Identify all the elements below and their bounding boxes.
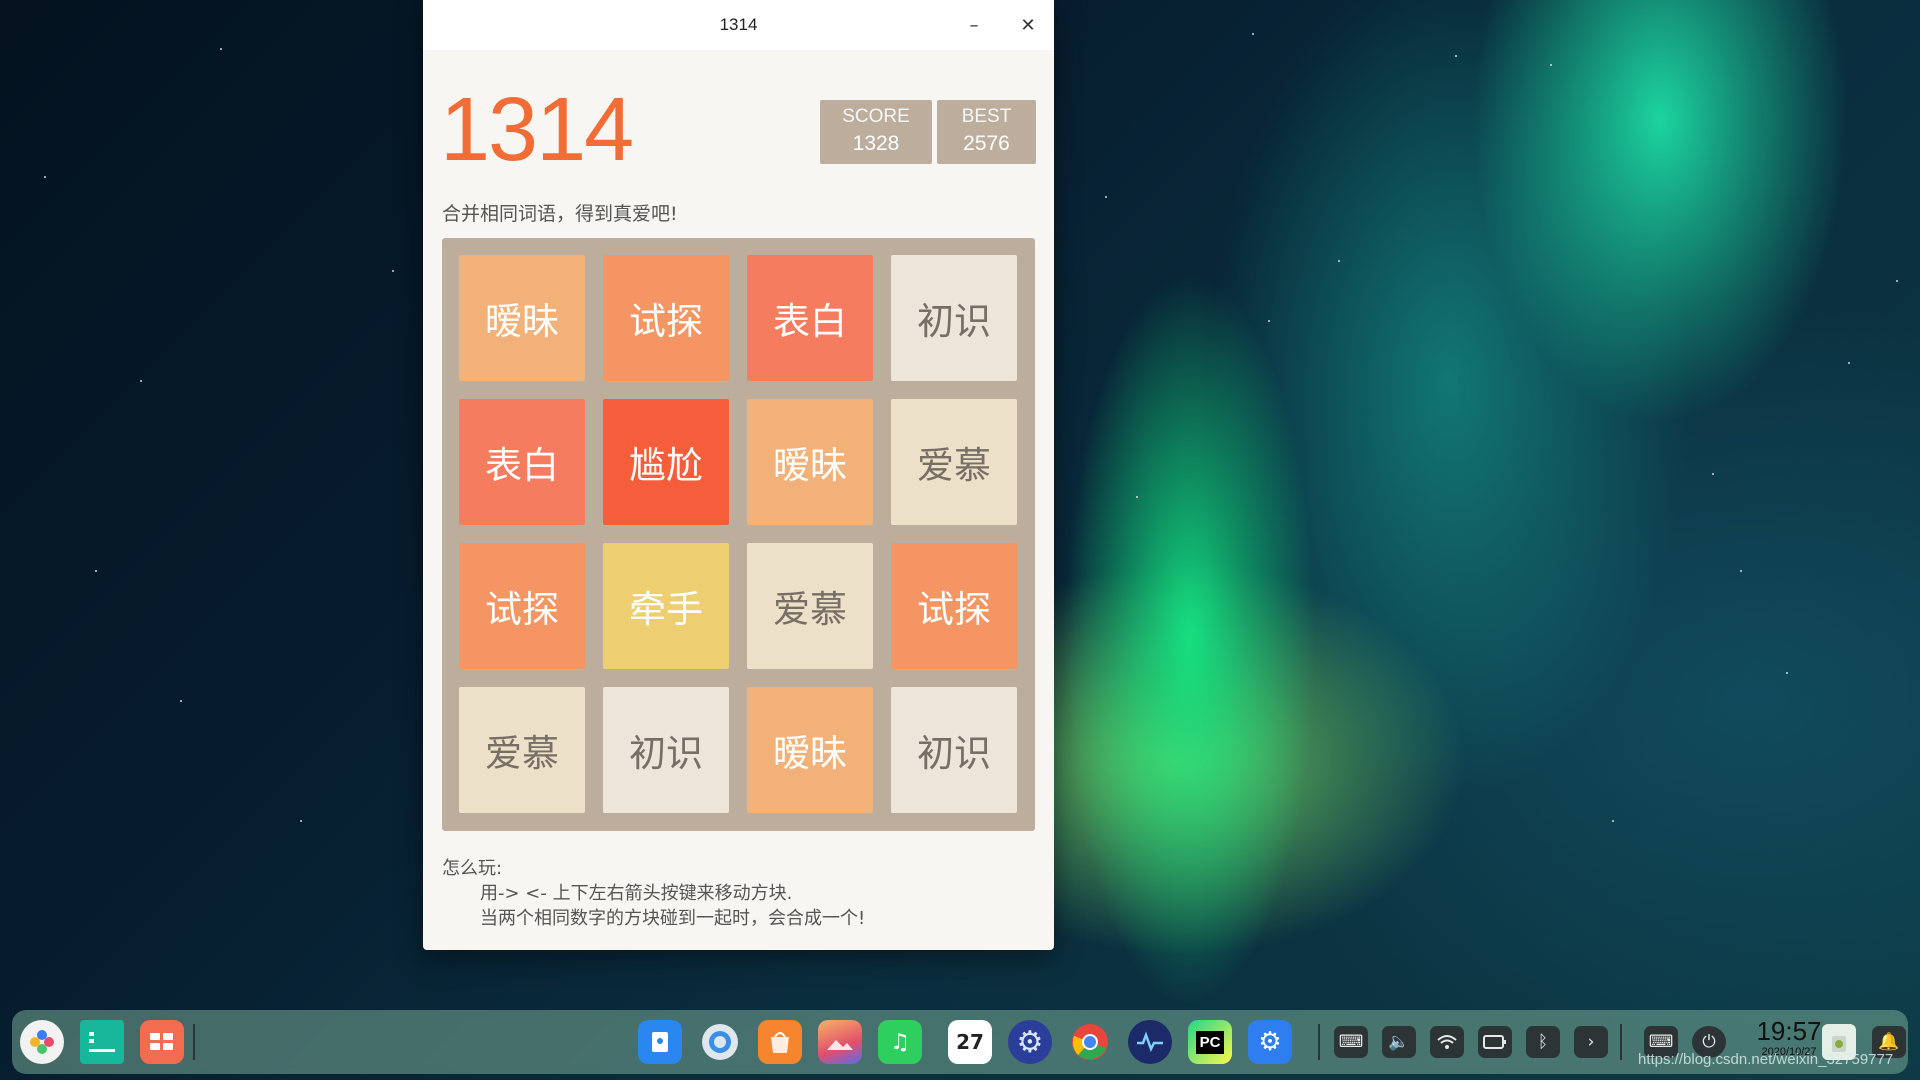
tile: 爱慕 xyxy=(891,399,1017,525)
how-to-play: 怎么玩: 用-> <- 上下左右箭头按键来移动方块. 当两个相同数字的方块碰到一… xyxy=(442,856,865,931)
workspace-glyph xyxy=(150,1033,173,1050)
game-header: 1314 SCORE 1328 BEST 2576 xyxy=(423,50,1054,200)
bluetooth-icon[interactable]: ᛒ xyxy=(1526,1026,1560,1058)
wifi-icon[interactable] xyxy=(1430,1026,1464,1058)
tile: 暧昧 xyxy=(747,687,873,813)
volume-icon[interactable]: 🔈 xyxy=(1382,1026,1416,1058)
minimize-button[interactable]: – xyxy=(958,9,990,41)
taskbar-divider xyxy=(193,1024,195,1060)
launcher-glyph xyxy=(30,1030,54,1054)
settings-gear-icon[interactable]: ⚙ xyxy=(1008,1020,1052,1064)
control-center-glyph: ⚙ xyxy=(1258,1027,1282,1057)
window-title: 1314 xyxy=(719,15,758,34)
app-store-icon[interactable] xyxy=(758,1020,802,1064)
chrome-icon[interactable] xyxy=(1068,1020,1112,1064)
launcher-icon[interactable] xyxy=(20,1020,64,1064)
tile: 初识 xyxy=(891,687,1017,813)
image-viewer-glyph xyxy=(827,1040,853,1050)
trash-glyph xyxy=(1832,1036,1846,1052)
score-label: SCORE xyxy=(842,106,910,127)
wifi-glyph xyxy=(1437,1035,1457,1049)
battery-icon[interactable] xyxy=(1478,1026,1512,1058)
game-tagline: 合并相同词语，得到真爱吧! xyxy=(442,203,678,225)
calendar-day: 27 xyxy=(956,1030,984,1054)
browser-icon[interactable] xyxy=(698,1020,742,1064)
monitor-glyph xyxy=(1137,1031,1163,1053)
pycharm-icon[interactable]: PC xyxy=(1188,1020,1232,1064)
music-icon[interactable]: ♫ xyxy=(878,1020,922,1064)
file-manager-icon[interactable] xyxy=(638,1020,682,1064)
best-label: BEST xyxy=(961,106,1012,127)
close-button[interactable]: ✕ xyxy=(1012,9,1044,41)
tile: 试探 xyxy=(891,543,1017,669)
game-title: 1314 xyxy=(440,80,634,180)
tile: 初识 xyxy=(603,687,729,813)
tile: 爱慕 xyxy=(459,687,585,813)
window-titlebar[interactable]: 1314 – ✕ xyxy=(423,0,1054,50)
score-value: 1328 xyxy=(852,132,900,155)
watermark: https://blog.csdn.net/weixin_32759777 xyxy=(1638,1051,1894,1068)
tile: 尴尬 xyxy=(603,399,729,525)
tile: 暧昧 xyxy=(459,255,585,381)
tile: 表白 xyxy=(459,399,585,525)
chrome-glyph xyxy=(1072,1024,1108,1060)
tile: 试探 xyxy=(459,543,585,669)
gear-glyph: ⚙ xyxy=(1016,1024,1044,1060)
multitask-view-icon[interactable] xyxy=(80,1020,124,1064)
best-value: 2576 xyxy=(963,132,1010,155)
game-window: 1314 – ✕ 1314 SCORE 1328 BEST 2576 合并相同词… xyxy=(423,0,1054,950)
calendar-icon[interactable]: 27 xyxy=(948,1020,992,1064)
pycharm-label: PC xyxy=(1195,1030,1225,1054)
taskbar-divider xyxy=(1620,1024,1622,1060)
score-box: SCORE 1328 xyxy=(820,100,932,164)
best-box: BEST 2576 xyxy=(937,100,1036,164)
browser-glyph xyxy=(702,1024,738,1060)
taskbar: ♫ 27 ⚙ PC ⚙ ⌨ 🔈 ᛒ › ⌨ ⏻ 19:57 2020/10/27 xyxy=(12,1010,1908,1074)
chevron-right-icon[interactable]: › xyxy=(1574,1026,1608,1058)
tile: 暧昧 xyxy=(747,399,873,525)
tile: 表白 xyxy=(747,255,873,381)
control-center-icon[interactable]: ⚙ xyxy=(1248,1020,1292,1064)
battery-glyph xyxy=(1483,1035,1506,1049)
game-board[interactable]: 暧昧 试探 表白 初识 表白 尴尬 暧昧 爱慕 试探 牵手 爱慕 试探 爱慕 初识 暧昧 初识 xyxy=(442,238,1035,831)
howto-line: 用-> <- 上下左右箭头按键来移动方块. xyxy=(480,883,793,904)
app-store-glyph xyxy=(771,1032,789,1053)
tile: 初识 xyxy=(891,255,1017,381)
howto-heading: 怎么玩: xyxy=(442,858,503,879)
howto-line: 当两个相同数字的方块碰到一起时，会合成一个! xyxy=(480,908,866,929)
music-note-glyph: ♫ xyxy=(890,1029,910,1055)
keyboard-icon[interactable]: ⌨ xyxy=(1334,1026,1368,1058)
system-monitor-icon[interactable] xyxy=(1128,1020,1172,1064)
tile: 牵手 xyxy=(603,543,729,669)
file-manager-glyph xyxy=(652,1032,668,1052)
workspace-icon[interactable] xyxy=(140,1020,184,1064)
tile: 爱慕 xyxy=(747,543,873,669)
taskbar-divider xyxy=(1318,1024,1320,1060)
clock-time: 19:57 xyxy=(1756,1016,1822,1046)
image-viewer-icon[interactable] xyxy=(818,1020,862,1064)
multitask-glyph xyxy=(89,1032,115,1052)
tile: 试探 xyxy=(603,255,729,381)
